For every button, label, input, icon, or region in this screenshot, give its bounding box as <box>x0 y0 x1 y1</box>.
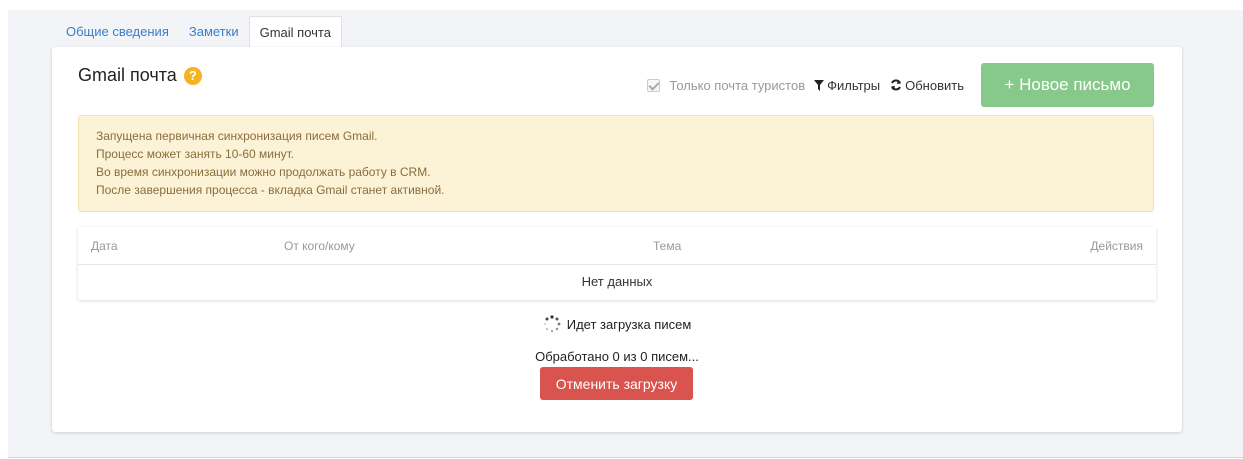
loading-indicator: Идет загрузка писем <box>52 315 1182 333</box>
emails-table: Дата От кого/кому Тема Действия Нет данн… <box>78 227 1156 300</box>
loading-text: Идет загрузка писем <box>566 316 692 332</box>
tab-notes[interactable]: Заметки <box>179 16 249 48</box>
column-header-actions: Действия <box>1090 239 1143 253</box>
panel-title: Gmail почта <box>78 65 177 85</box>
tab-bar: Общие сведения Заметки Gmail почта <box>56 16 342 49</box>
question-circle-icon[interactable]: ? <box>183 66 202 85</box>
processed-count: Обработано 0 из 0 писем... <box>535 349 699 364</box>
alert-line: После завершения процесса - вкладка Gmai… <box>96 183 445 197</box>
alert-line: Процесс может занять 10-60 минут. <box>96 147 295 161</box>
refresh-button[interactable]: Обновить <box>890 78 964 93</box>
only-tourists-checkbox[interactable] <box>647 78 661 92</box>
table-header: Дата От кого/кому Тема Действия <box>78 227 1156 265</box>
spinner-icon <box>543 315 561 333</box>
filter-icon <box>814 79 825 91</box>
filters-label: Фильтры <box>827 77 881 93</box>
panel-title-wrap: Gmail почта ? <box>78 65 202 86</box>
new-letter-button[interactable]: + Новое письмо <box>981 63 1154 107</box>
filters-button[interactable]: Фильтры <box>814 78 880 93</box>
empty-row: Нет данных <box>581 274 653 289</box>
cancel-loading-button[interactable]: Отменить загрузку <box>540 367 693 400</box>
refresh-label: Обновить <box>905 77 964 93</box>
sync-alert: Запущена первичная синхронизация писем G… <box>78 115 1154 212</box>
only-tourists-toggle[interactable]: Только почта туристов <box>647 78 805 93</box>
only-tourists-label: Только почта туристов <box>669 77 806 93</box>
toolbar: Только почта туристов Фильтры Обновить +… <box>647 63 1154 107</box>
alert-line: Запущена первичная синхронизация писем G… <box>96 129 378 143</box>
tab-general-info[interactable]: Общие сведения <box>56 16 179 48</box>
gmail-panel: Gmail почта ? Только почта туристов Филь… <box>52 47 1182 432</box>
column-header-subject[interactable]: Тема <box>653 239 681 253</box>
refresh-icon <box>891 79 902 91</box>
column-header-date[interactable]: Дата <box>91 239 118 253</box>
alert-line: Во время синхронизации можно продолжать … <box>96 165 431 179</box>
column-header-from-to[interactable]: От кого/кому <box>284 239 355 253</box>
tab-gmail[interactable]: Gmail почта <box>248 16 342 49</box>
